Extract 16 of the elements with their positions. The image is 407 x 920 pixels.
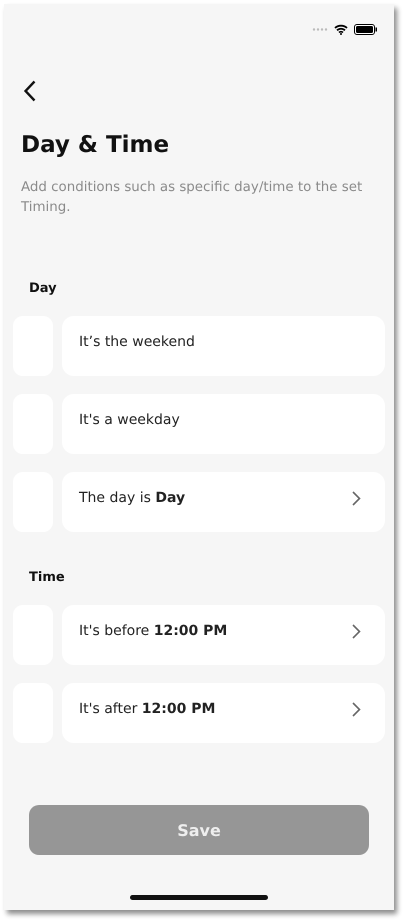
battery-icon (354, 24, 378, 34)
wifi-icon (334, 24, 348, 34)
condition-option[interactable]: It's after 12:00 PM (62, 683, 385, 743)
page-title: Day & Time (21, 132, 170, 158)
chevron-icon (352, 490, 361, 506)
condition-option[interactable]: It's a weekday (62, 394, 385, 454)
condition-option[interactable]: It’s the weekend (62, 316, 385, 376)
section-label: Time (29, 570, 66, 585)
chevron-icon (352, 702, 361, 716)
section-label: Day (29, 281, 58, 296)
signal-icon (312, 28, 328, 30)
description-text: Add conditions such as specific day/time to the set Timing. (21, 179, 364, 217)
back-icon[interactable] (24, 80, 36, 102)
chevron-icon (352, 624, 361, 638)
condition-option[interactable]: It's before 12:00 PM (62, 605, 385, 665)
condition-option[interactable]: The day is Day (62, 472, 385, 532)
